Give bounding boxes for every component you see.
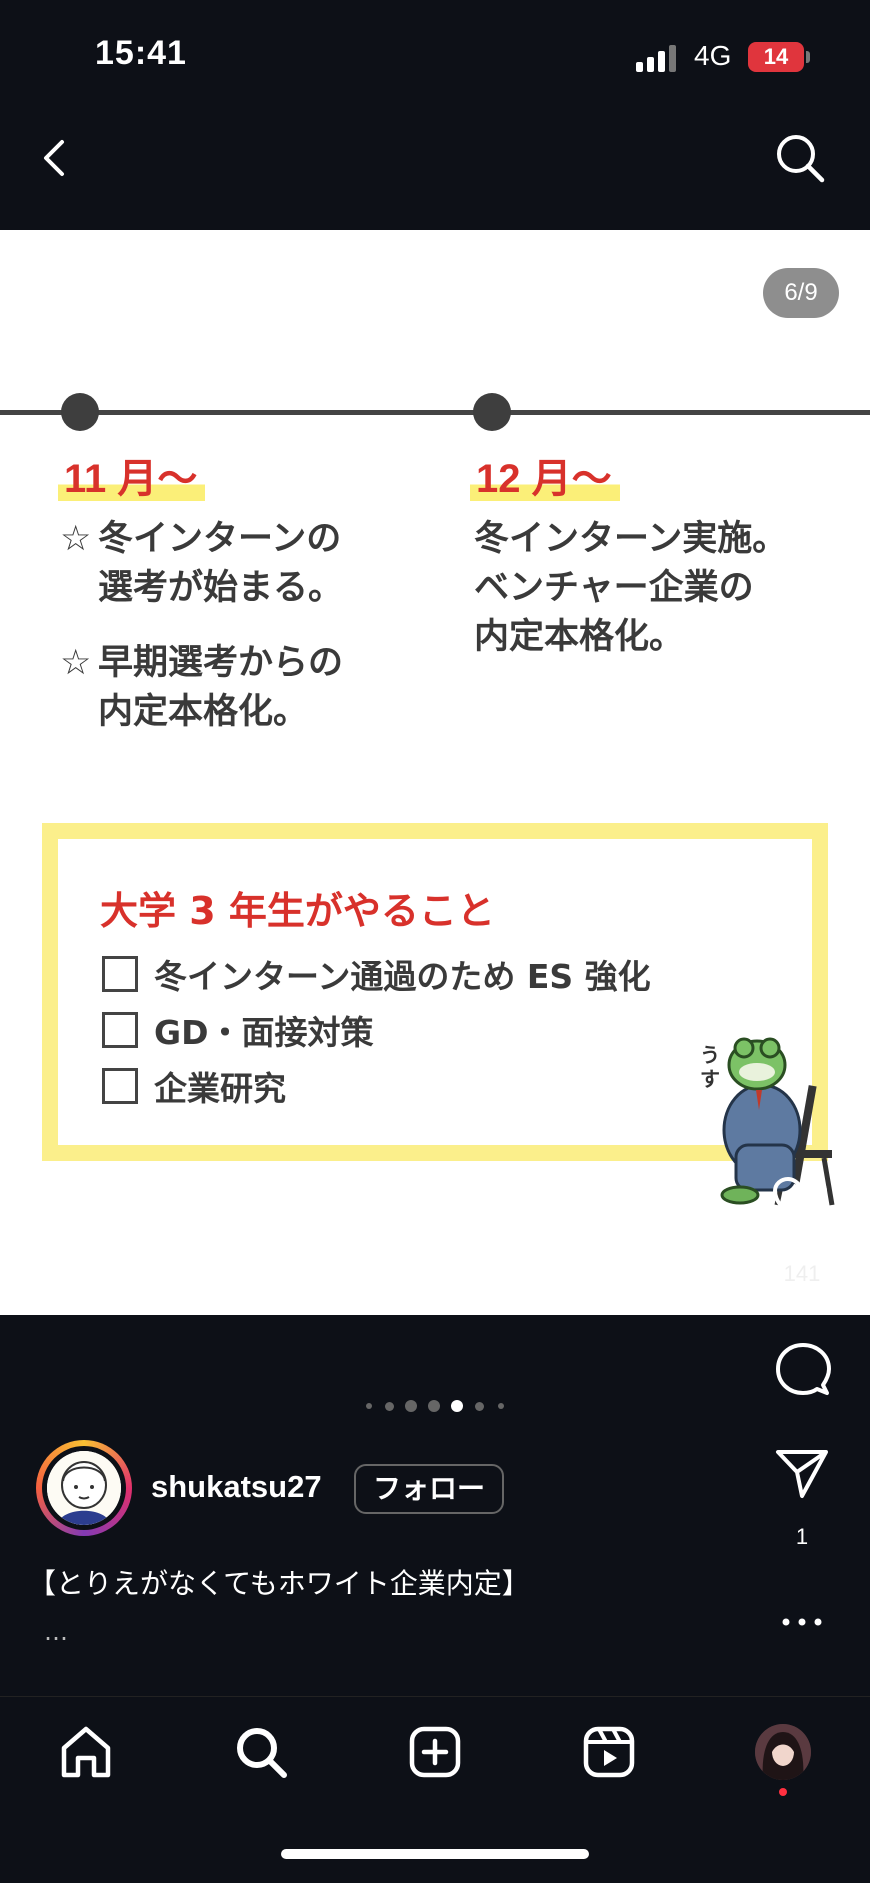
- comment-button[interactable]: [775, 1341, 831, 1397]
- star-bullet: ☆: [60, 519, 92, 559]
- follow-button[interactable]: フォロー: [354, 1464, 504, 1514]
- timeline-dot: [473, 393, 511, 431]
- heart-icon: [773, 1177, 827, 1226]
- reels-icon: [583, 1726, 635, 1778]
- carousel-dot: [385, 1402, 394, 1411]
- timeline-item: ☆ 冬インターンの 選考が始まる。: [60, 515, 430, 613]
- todo-item-label: 冬インターン通過のため ES 強化: [154, 957, 651, 996]
- item-line: ベンチャー企業の: [474, 568, 754, 608]
- timeline-items-12: 冬インターン実施。 ベンチャー企業の 内定本格化。: [474, 515, 844, 662]
- back-button[interactable]: [34, 136, 78, 180]
- home-indicator: [281, 1849, 589, 1859]
- network-type: 4G: [694, 40, 732, 71]
- item-line: 冬インターン実施。: [474, 519, 788, 559]
- search-icon: [777, 135, 825, 183]
- timeline-items-11: ☆ 冬インターンの 選考が始まる。 ☆ 早期選考からの 内定本格化。: [60, 515, 430, 737]
- slide-counter: 6/9: [763, 268, 839, 318]
- item-line: 冬インターンの: [98, 519, 342, 559]
- item-line: 選考が始まる。: [98, 568, 344, 608]
- caption-more[interactable]: …: [44, 1618, 68, 1646]
- avatar-illustration: [47, 1451, 121, 1525]
- chevron-left-icon: [44, 140, 64, 176]
- like-button[interactable]: [772, 1176, 828, 1228]
- carousel-indicator: [360, 1396, 510, 1416]
- paper-plane-icon: [776, 1450, 828, 1498]
- timeline-item: ☆ 早期選考からの 内定本格化。: [60, 639, 430, 737]
- home-icon: [61, 1726, 111, 1778]
- nav-search[interactable]: [233, 1724, 289, 1780]
- star-bullet: ☆: [60, 643, 92, 683]
- carousel-dot-active: [451, 1400, 463, 1412]
- carousel-dot: [428, 1400, 440, 1412]
- username[interactable]: shukatsu27: [151, 1469, 322, 1505]
- battery-icon: 14: [748, 42, 804, 72]
- comment-icon: [776, 1343, 831, 1395]
- carousel-dot: [475, 1402, 484, 1411]
- month-label: 12 月〜: [470, 457, 620, 501]
- share-button[interactable]: [775, 1448, 829, 1500]
- signal-icon: [636, 44, 680, 72]
- timeline-month-12: 12 月〜: [470, 446, 620, 504]
- nav-create[interactable]: [407, 1724, 463, 1780]
- todo-item: GD・面接対策: [102, 1006, 373, 1054]
- carousel-dot: [498, 1403, 504, 1409]
- status-time: 15:41: [95, 34, 187, 72]
- checkbox-icon: [102, 1012, 138, 1048]
- timeline-line: [0, 410, 870, 415]
- battery-level: 14: [763, 44, 789, 69]
- item-line: 内定本格化。: [474, 617, 685, 657]
- todo-item: 企業研究: [102, 1062, 286, 1110]
- like-count[interactable]: 141: [772, 1261, 832, 1287]
- avatar[interactable]: [47, 1451, 121, 1525]
- carousel-dot: [366, 1403, 372, 1409]
- todo-title: 大学 3 年生がやること: [100, 889, 495, 933]
- checkbox-icon: [102, 956, 138, 992]
- nav-profile[interactable]: [755, 1724, 811, 1780]
- more-icon: [782, 1618, 822, 1626]
- battery-tip: [806, 51, 810, 63]
- nav-home[interactable]: [58, 1724, 114, 1780]
- todo-item-label: GD・面接対策: [154, 1013, 374, 1052]
- profile-avatar: [755, 1724, 811, 1780]
- todo-item-label: 企業研究: [154, 1069, 286, 1108]
- item-line: 早期選考からの: [98, 643, 344, 683]
- item-line: 内定本格化。: [98, 692, 309, 732]
- carousel-dot: [405, 1400, 417, 1412]
- month-label: 11 月〜: [58, 457, 206, 501]
- create-icon: [409, 1726, 461, 1778]
- nav-reels[interactable]: [581, 1724, 637, 1780]
- search-button[interactable]: [774, 132, 826, 184]
- more-options-button[interactable]: [780, 1612, 824, 1632]
- post-caption[interactable]: 【とりえがなくてもホワイト企業内定】: [28, 1562, 530, 1602]
- notification-dot: [779, 1788, 787, 1796]
- timeline-dot: [61, 393, 99, 431]
- share-count: 1: [795, 1524, 809, 1549]
- timeline-month-11: 11 月〜: [58, 446, 206, 504]
- todo-item: 冬インターン通過のため ES 強化: [102, 950, 651, 998]
- checkbox-icon: [102, 1068, 138, 1104]
- search-icon: [237, 1728, 287, 1778]
